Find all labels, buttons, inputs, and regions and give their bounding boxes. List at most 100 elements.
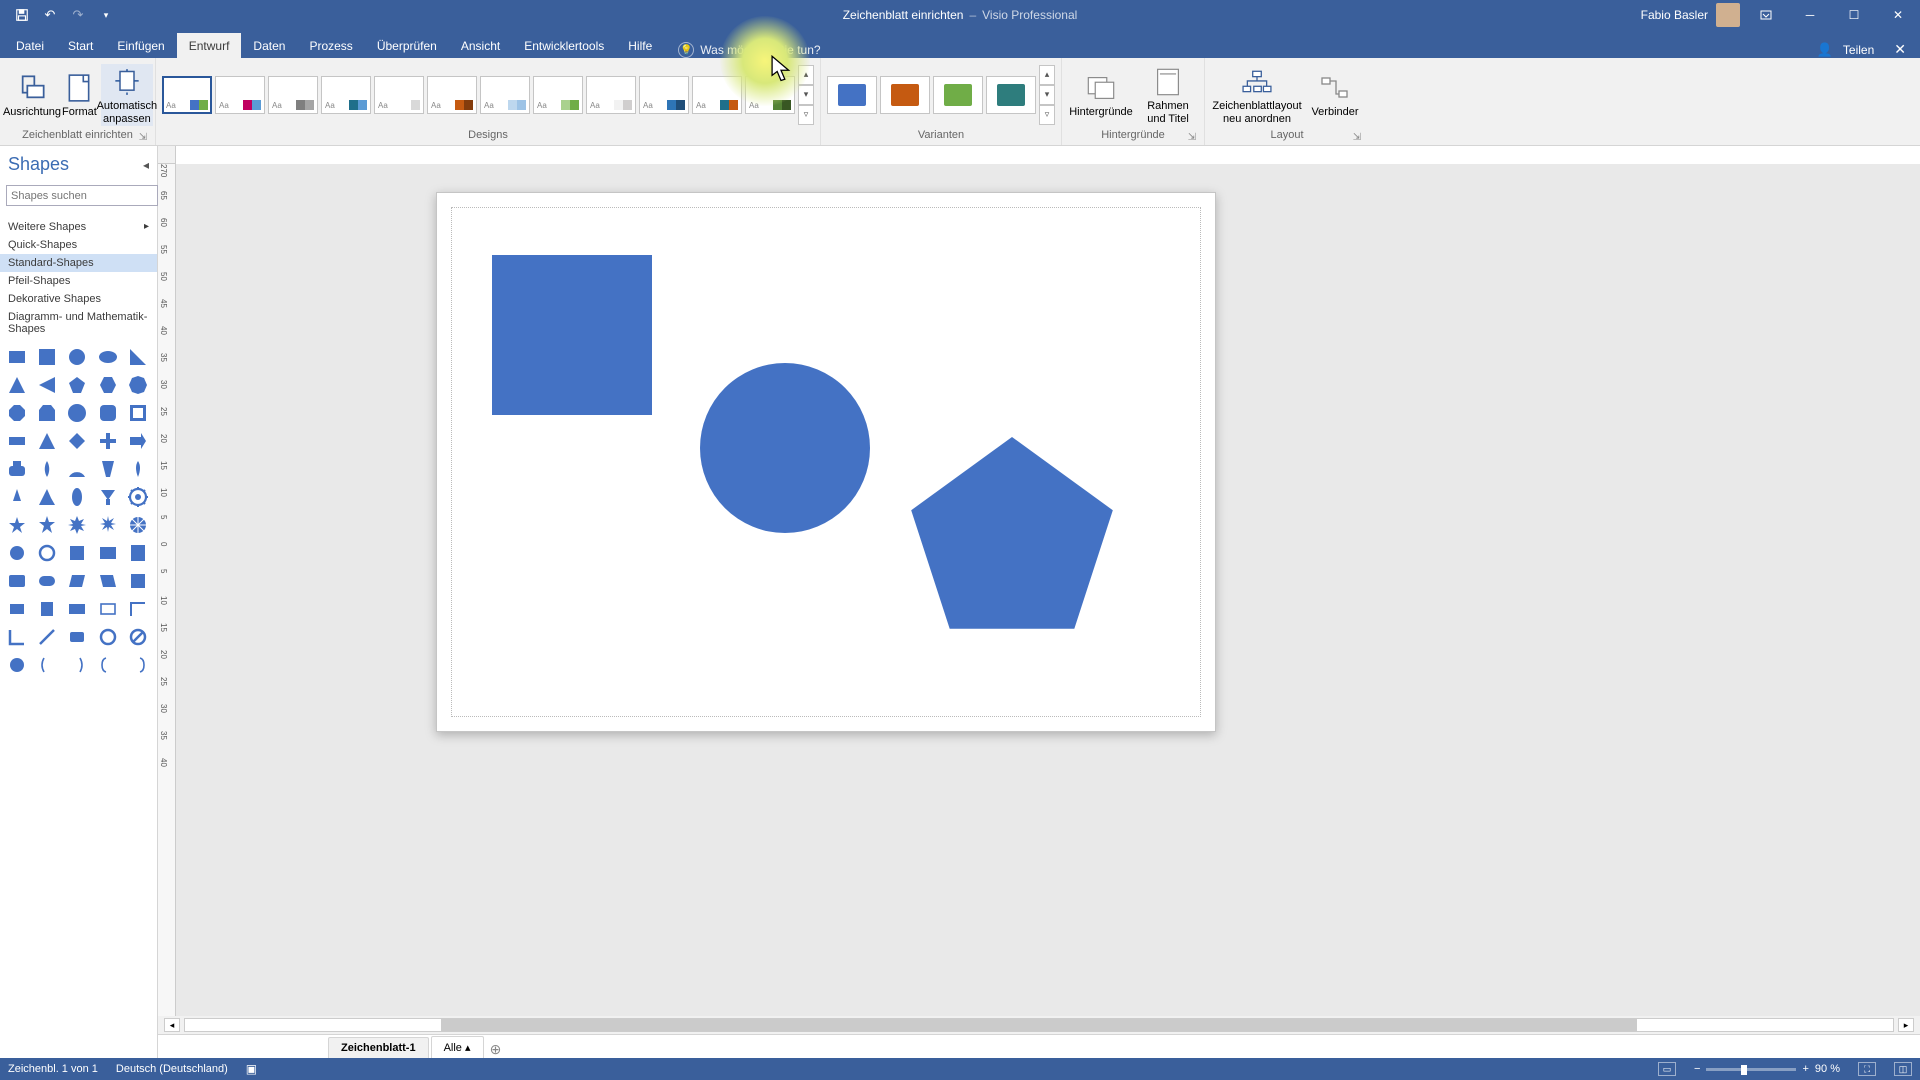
designs-gallery[interactable]: AaAaAaAaAaAaAaAaAaAaAaAa▴▾▿ xyxy=(162,65,814,125)
page-tab[interactable]: Zeichenblatt-1 xyxy=(328,1037,429,1058)
shape-item-41[interactable] xyxy=(36,570,58,592)
shape-item-25[interactable] xyxy=(6,486,28,508)
design-thumb-0[interactable]: Aa xyxy=(162,76,212,114)
shape-item-38[interactable] xyxy=(97,542,119,564)
shape-item-37[interactable] xyxy=(66,542,88,564)
status-lang[interactable]: Deutsch (Deutschland) xyxy=(116,1063,228,1075)
connectors-button[interactable]: Verbinder xyxy=(1307,70,1363,119)
window-maximize[interactable]: ☐ xyxy=(1832,0,1876,30)
variant-down[interactable]: ▾ xyxy=(1039,85,1055,105)
shape-item-45[interactable] xyxy=(6,598,28,620)
horizontal-scrollbar[interactable]: ◂ ▸ xyxy=(158,1016,1920,1034)
relayout-button[interactable]: Zeichenblattlayout neu anordnen xyxy=(1211,64,1303,126)
shape-item-49[interactable] xyxy=(127,598,149,620)
qat-redo[interactable]: ↷ xyxy=(64,0,92,30)
scroll-right[interactable]: ▸ xyxy=(1898,1018,1914,1032)
variant-up[interactable]: ▴ xyxy=(1039,65,1055,85)
orientation-button[interactable]: Ausrichtung xyxy=(6,70,58,119)
tab-prozess[interactable]: Prozess xyxy=(297,33,364,58)
ribbon-close[interactable]: ✕ xyxy=(1884,41,1916,58)
page-tab[interactable]: Alle ▴ xyxy=(431,1036,484,1058)
shapes-search-input[interactable] xyxy=(6,185,158,206)
shape-item-4[interactable] xyxy=(127,346,149,368)
shape-item-34[interactable] xyxy=(127,514,149,536)
shape-item-51[interactable] xyxy=(36,626,58,648)
shape-item-23[interactable] xyxy=(97,458,119,480)
stencil-quick-shapes[interactable]: Quick-Shapes xyxy=(0,236,157,254)
shape-item-6[interactable] xyxy=(36,374,58,396)
shape-item-5[interactable] xyxy=(6,374,28,396)
tab-entwicklertools[interactable]: Entwicklertools xyxy=(512,33,616,58)
design-thumb-7[interactable]: Aa xyxy=(533,76,583,114)
stencil-standard-shapes[interactable]: Standard-Shapes xyxy=(0,254,157,272)
shape-item-15[interactable] xyxy=(6,430,28,452)
design-thumb-8[interactable]: Aa xyxy=(586,76,636,114)
zoom-out[interactable]: − xyxy=(1694,1063,1700,1075)
share-button[interactable]: 👤Teilen xyxy=(1817,42,1885,58)
shapes-collapse[interactable]: ◂ xyxy=(143,158,149,172)
tab-datei[interactable]: Datei xyxy=(4,33,56,58)
shape-item-18[interactable] xyxy=(97,430,119,452)
shape-item-17[interactable] xyxy=(66,430,88,452)
shape-item-19[interactable] xyxy=(127,430,149,452)
backgrounds-button[interactable]: Hintergründe xyxy=(1068,70,1134,119)
shape-item-52[interactable] xyxy=(66,626,88,648)
tab-einfügen[interactable]: Einfügen xyxy=(105,33,176,58)
shape-item-24[interactable] xyxy=(127,458,149,480)
stencil-diagramm-und-mathematik-shapes[interactable]: Diagramm- und Mathematik-Shapes xyxy=(0,308,157,338)
shape-item-16[interactable] xyxy=(36,430,58,452)
qat-save[interactable] xyxy=(8,0,36,30)
variant-2[interactable] xyxy=(933,76,983,114)
design-thumb-9[interactable]: Aa xyxy=(639,76,689,114)
variant-3[interactable] xyxy=(986,76,1036,114)
tab-entwurf[interactable]: Entwurf xyxy=(177,33,242,58)
zoom-value[interactable]: 90 % xyxy=(1815,1063,1840,1075)
gallery-down[interactable]: ▾ xyxy=(798,85,814,105)
variant-more[interactable]: ▿ xyxy=(1039,105,1055,125)
shape-item-54[interactable] xyxy=(127,626,149,648)
shape-item-31[interactable] xyxy=(36,514,58,536)
shape-item-33[interactable] xyxy=(97,514,119,536)
pan-zoom-window[interactable]: ◫ xyxy=(1894,1062,1912,1076)
shape-item-3[interactable] xyxy=(97,346,119,368)
setup-dialog-launcher[interactable]: ⇲ xyxy=(137,129,149,141)
drawing-page[interactable] xyxy=(436,192,1216,732)
design-thumb-5[interactable]: Aa xyxy=(427,76,477,114)
gallery-more[interactable]: ▿ xyxy=(798,105,814,125)
backgrounds-dialog-launcher[interactable]: ⇲ xyxy=(1186,129,1198,141)
shape-item-57[interactable] xyxy=(66,654,88,676)
scroll-thumb[interactable] xyxy=(441,1019,1637,1031)
zoom-in[interactable]: + xyxy=(1802,1063,1808,1075)
shape-item-35[interactable] xyxy=(6,542,28,564)
ribbon-display-options[interactable] xyxy=(1744,0,1788,30)
shape-item-56[interactable] xyxy=(36,654,58,676)
shape-item-50[interactable] xyxy=(6,626,28,648)
user-avatar[interactable] xyxy=(1716,3,1740,27)
add-page[interactable]: ⊕ xyxy=(486,1041,506,1058)
design-thumb-10[interactable]: Aa xyxy=(692,76,742,114)
variant-0[interactable] xyxy=(827,76,877,114)
shape-item-12[interactable] xyxy=(66,402,88,424)
shape-item-47[interactable] xyxy=(66,598,88,620)
shape-item-44[interactable] xyxy=(127,570,149,592)
shape-item-0[interactable] xyxy=(6,346,28,368)
shape-item-2[interactable] xyxy=(66,346,88,368)
tab-ansicht[interactable]: Ansicht xyxy=(449,33,512,58)
qat-undo[interactable]: ↶ xyxy=(36,0,64,30)
shape-item-46[interactable] xyxy=(36,598,58,620)
canvas-shape-circle[interactable] xyxy=(700,363,870,533)
shape-item-28[interactable] xyxy=(97,486,119,508)
tell-me-search[interactable]: 💡Was möchten Sie tun? xyxy=(678,42,820,58)
shape-item-40[interactable] xyxy=(6,570,28,592)
shape-item-43[interactable] xyxy=(97,570,119,592)
canvas[interactable] xyxy=(176,164,1920,1016)
status-macro-icon[interactable]: ▣ xyxy=(246,1062,257,1076)
variant-1[interactable] xyxy=(880,76,930,114)
window-minimize[interactable]: ─ xyxy=(1788,0,1832,30)
shape-item-48[interactable] xyxy=(97,598,119,620)
shape-item-10[interactable] xyxy=(6,402,28,424)
shape-item-42[interactable] xyxy=(66,570,88,592)
shape-item-29[interactable] xyxy=(127,486,149,508)
tab-daten[interactable]: Daten xyxy=(241,33,297,58)
qat-customize[interactable]: ▾ xyxy=(92,0,120,30)
